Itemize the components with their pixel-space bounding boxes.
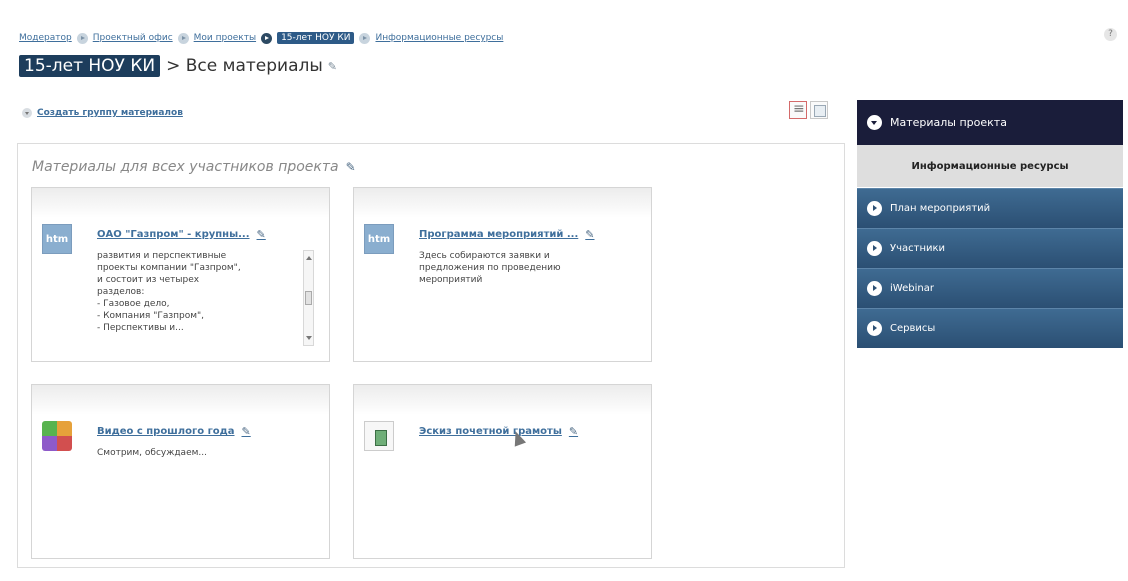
- sidebar-item-label: Участники: [890, 243, 946, 254]
- breadcrumb: Модератор Проектный офис Мои проекты 15-…: [19, 30, 503, 46]
- pencil-icon[interactable]: ✎: [569, 425, 578, 438]
- breadcrumb-separator-icon: [177, 32, 189, 44]
- create-group-row: Создать группу материалов: [22, 108, 183, 118]
- page-title-text: > Все материалы: [166, 56, 323, 76]
- help-icon[interactable]: ?: [1104, 28, 1117, 41]
- sidebar-item-plan[interactable]: План мероприятий: [857, 188, 1123, 228]
- panel-title-text: Материалы для всех участников проекта: [32, 159, 339, 175]
- pencil-icon[interactable]: ✎: [257, 228, 266, 241]
- breadcrumb-separator-icon: [359, 32, 371, 44]
- scroll-down-icon[interactable]: [306, 336, 312, 340]
- document-icon: [364, 421, 394, 451]
- chevron-right-icon: [867, 201, 882, 216]
- pencil-icon[interactable]: ✎: [585, 228, 594, 241]
- sidebar-item-label: План мероприятий: [890, 203, 991, 214]
- material-description: развития и перспективные проекты компани…: [97, 251, 241, 333]
- sidebar-item-participants[interactable]: Участники: [857, 228, 1123, 268]
- htm-file-icon: htm: [364, 224, 394, 254]
- list-view-icon[interactable]: [789, 101, 807, 119]
- scroll-thumb[interactable]: [305, 291, 312, 305]
- sidebar-item-label: iWebinar: [890, 283, 934, 294]
- chevron-down-icon: [867, 115, 882, 130]
- material-title: Видео с прошлого года ✎: [97, 425, 251, 438]
- view-toggle: [789, 101, 828, 119]
- sidebar-item-info-resources[interactable]: Информационные ресурсы: [857, 145, 1123, 188]
- breadcrumb-separator-icon: [76, 32, 88, 44]
- material-description: Здесь собираются заявки и предложения по…: [419, 251, 561, 285]
- breadcrumb-my-projects[interactable]: Мои проекты: [194, 33, 256, 43]
- breadcrumb-separator-icon: [261, 32, 273, 44]
- breadcrumb-current-project[interactable]: 15-лет НОУ КИ: [277, 32, 355, 44]
- chevron-right-icon: [867, 241, 882, 256]
- material-card: Эскиз почетной грамоты ✎: [353, 384, 652, 559]
- chevron-right-icon: [867, 281, 882, 296]
- pencil-icon[interactable]: ✎: [242, 425, 251, 438]
- material-title-link[interactable]: ОАО "Газпром" - крупны...: [97, 229, 250, 240]
- material-title: ОАО "Газпром" - крупны... ✎: [97, 228, 266, 241]
- project-title-chip: 15-лет НОУ КИ: [19, 55, 161, 77]
- material-description: Смотрим, обсуждаем...: [97, 448, 207, 458]
- material-title: Программа мероприятий ... ✎: [419, 228, 595, 241]
- material-title-link[interactable]: Видео с прошлого года: [97, 426, 235, 437]
- sidebar-item-services[interactable]: Сервисы: [857, 308, 1123, 348]
- chevron-right-icon: [867, 321, 882, 336]
- material-card: htm Программа мероприятий ... ✎ Здесь со…: [353, 187, 652, 362]
- page-title: 15-лет НОУ КИ > Все материалы ✎: [19, 55, 337, 77]
- pencil-icon[interactable]: ✎: [346, 160, 356, 174]
- breadcrumb-moderator[interactable]: Модератор: [19, 33, 72, 43]
- material-title: Эскиз почетной грамоты ✎: [419, 425, 578, 438]
- project-sidebar: Материалы проекта Информационные ресурсы…: [857, 100, 1123, 348]
- htm-file-icon: htm: [42, 224, 72, 254]
- sidebar-item-iwebinar[interactable]: iWebinar: [857, 268, 1123, 308]
- sidebar-header[interactable]: Материалы проекта: [857, 100, 1123, 145]
- pin-icon[interactable]: ✎: [328, 60, 337, 73]
- video-puzzle-icon: [42, 421, 72, 451]
- panel-title: Материалы для всех участников проекта ✎: [32, 159, 356, 175]
- material-title-link[interactable]: Программа мероприятий ...: [419, 229, 578, 240]
- sidebar-item-label: Сервисы: [890, 323, 936, 334]
- breadcrumb-project-office[interactable]: Проектный офис: [93, 33, 173, 43]
- description-scrollbar[interactable]: [303, 250, 314, 346]
- material-title-link[interactable]: Эскиз почетной грамоты: [419, 426, 562, 437]
- material-card: Видео с прошлого года ✎ Смотрим, обсужда…: [31, 384, 330, 559]
- materials-panel: Материалы для всех участников проекта ✎ …: [17, 143, 845, 568]
- material-card: htm ОАО "Газпром" - крупны... ✎ развития…: [31, 187, 330, 362]
- expand-icon[interactable]: [22, 108, 32, 118]
- create-group-link[interactable]: Создать группу материалов: [37, 108, 183, 118]
- grid-view-icon[interactable]: [810, 101, 828, 119]
- scroll-up-icon[interactable]: [306, 256, 312, 260]
- sidebar-header-label: Материалы проекта: [890, 116, 1007, 129]
- breadcrumb-info-resources[interactable]: Информационные ресурсы: [375, 33, 503, 43]
